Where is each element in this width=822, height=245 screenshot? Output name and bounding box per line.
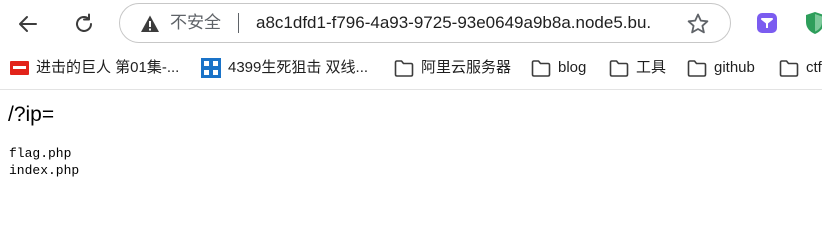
tv-favicon-icon <box>9 59 29 77</box>
folder-icon <box>531 59 551 77</box>
folder-icon <box>609 59 629 77</box>
bookmark-label: 阿里云服务器 <box>421 59 512 76</box>
url-text[interactable]: a8c1dfd1-f796-4a93-9725-93e0649a9b8a.nod… <box>256 12 652 34</box>
warning-icon[interactable] <box>140 14 160 34</box>
bookmark-label: blog <box>558 59 587 76</box>
reload-button[interactable] <box>66 6 102 42</box>
folder-icon <box>779 59 799 77</box>
separator <box>238 13 239 33</box>
bookmark-folder-ctf[interactable]: ctf <box>779 56 822 80</box>
browser-toolbar: 不安全 a8c1dfd1-f796-4a93-9725-93e0649a9b8a… <box>0 0 822 48</box>
bookmark-attack-on-titan[interactable]: 进击的巨人 第01集-... <box>9 56 179 80</box>
reload-icon <box>76 13 92 32</box>
file-list-item: flag.php <box>9 146 72 161</box>
back-arrow-icon <box>19 16 37 32</box>
file-list: flag.php index.php <box>9 145 79 179</box>
bookmark-label: 工具 <box>636 59 667 76</box>
extension-shield-icon[interactable] <box>805 11 822 35</box>
bookmarks-bar: 进击的巨人 第01集-... 4399生死狙击 双线... 阿里云服务器 blo… <box>0 48 822 88</box>
bookmark-label: 4399生死狙击 双线... <box>228 59 369 76</box>
bookmark-4399[interactable]: 4399生死狙击 双线... <box>201 56 368 80</box>
bookmark-folder-github[interactable]: github <box>687 56 755 80</box>
security-label[interactable]: 不安全 <box>170 12 221 34</box>
bookmark-folder-tools[interactable]: 工具 <box>609 56 666 80</box>
bookmark-folder-blog[interactable]: blog <box>531 56 586 80</box>
bookmark-label: 进击的巨人 第01集-... <box>36 59 180 76</box>
bookmark-folder-aliyun[interactable]: 阿里云服务器 <box>394 56 511 80</box>
file-list-item: index.php <box>9 163 80 178</box>
bookmark-label: ctf <box>806 59 822 76</box>
bookmark-star-icon[interactable] <box>686 12 710 36</box>
bookmark-label: github <box>714 59 755 76</box>
back-button[interactable] <box>10 6 46 42</box>
address-bar[interactable]: 不安全 a8c1dfd1-f796-4a93-9725-93e0649a9b8a… <box>119 3 731 43</box>
extension-purple-icon[interactable] <box>757 13 777 33</box>
folder-icon <box>394 59 414 77</box>
4399-favicon-icon <box>201 58 221 78</box>
folder-icon <box>687 59 707 77</box>
page-content: /?ip= flag.php index.php <box>0 90 822 245</box>
page-heading: /?ip= <box>8 103 55 126</box>
